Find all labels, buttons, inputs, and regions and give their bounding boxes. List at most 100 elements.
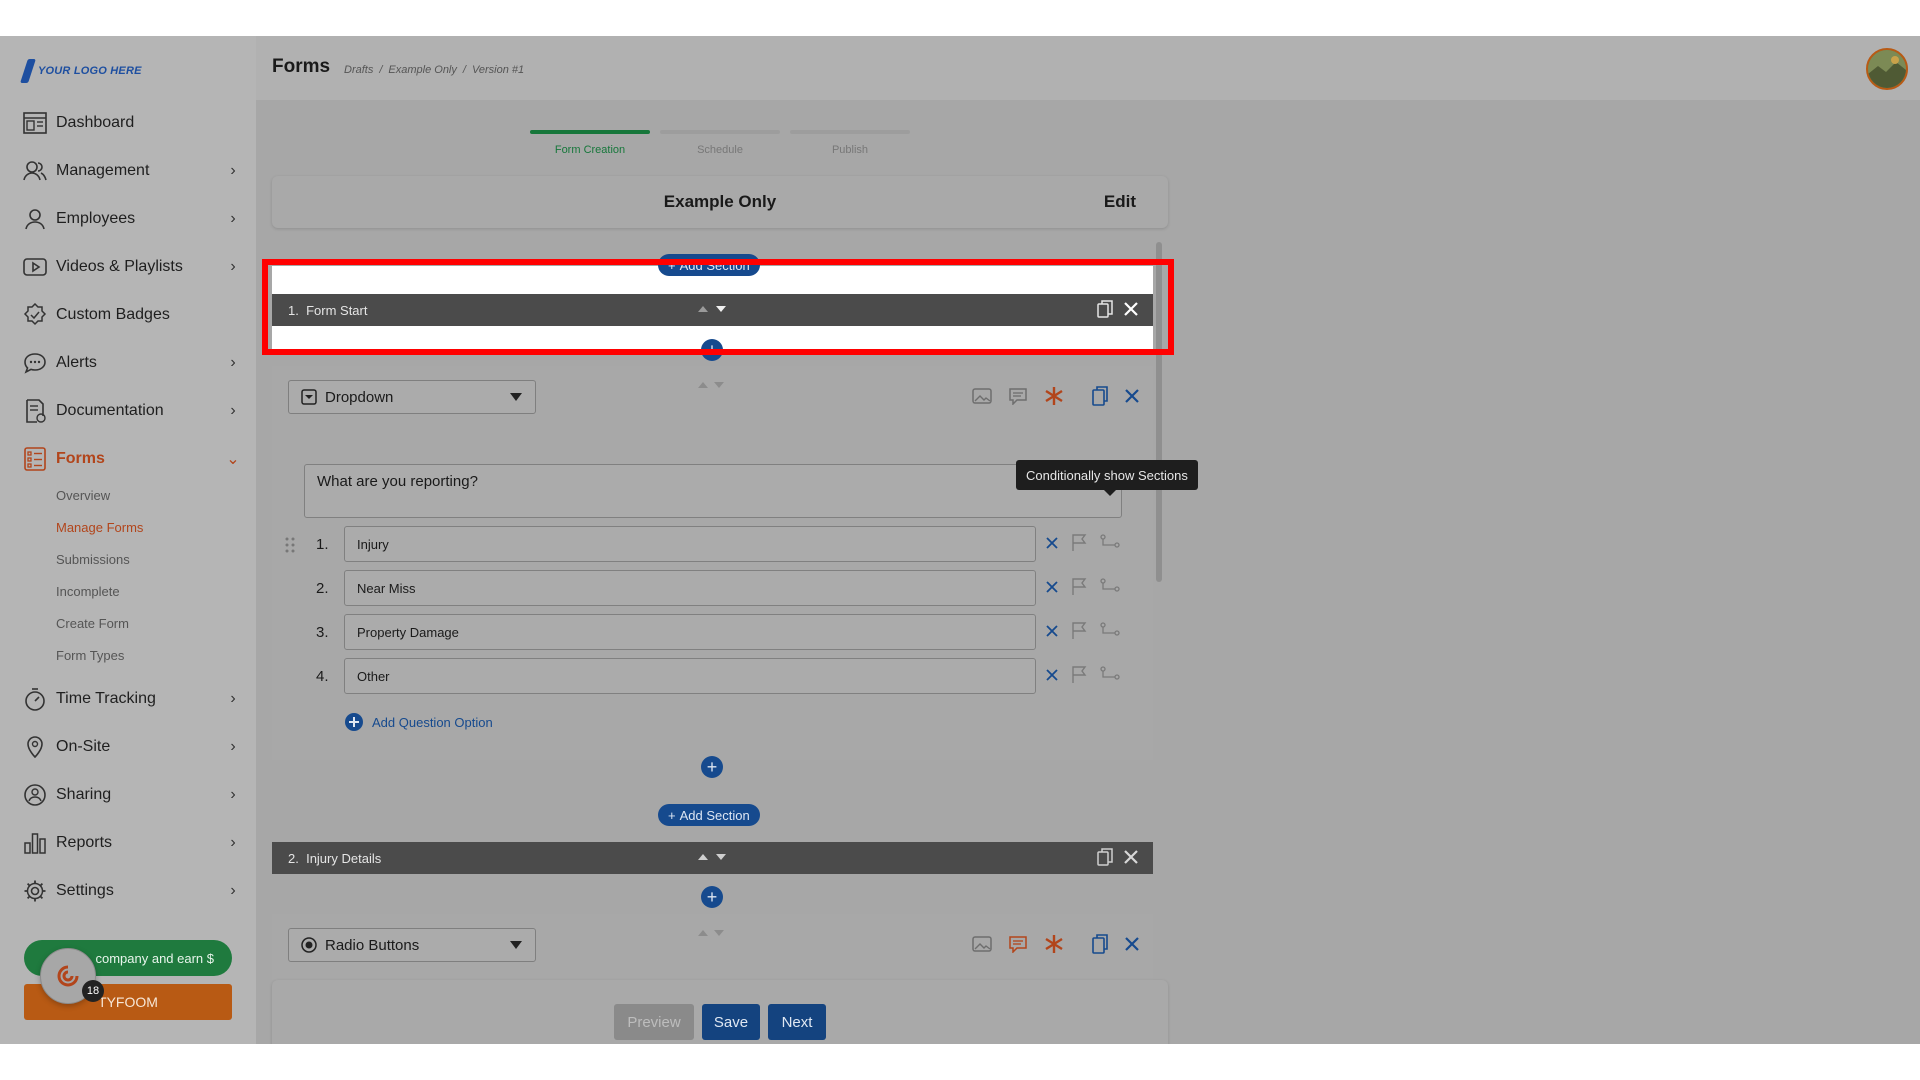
branch-logic-icon[interactable] [1100, 666, 1120, 684]
submenu-overview[interactable]: Overview [56, 488, 110, 503]
add-question-option-button[interactable]: Add Question Option [344, 712, 493, 732]
image-icon[interactable] [972, 935, 992, 953]
branch-logic-icon[interactable] [1100, 622, 1120, 640]
move-down-icon[interactable] [714, 302, 728, 316]
chevron-right-icon: › [230, 690, 236, 707]
delete-question-icon[interactable] [1124, 388, 1140, 404]
play-icon [22, 254, 48, 280]
sidebar-item-dashboard[interactable]: Dashboard [22, 106, 242, 140]
move-up-icon[interactable] [696, 378, 710, 392]
edit-form-button[interactable]: Edit [1104, 192, 1136, 212]
sidebar-item-settings[interactable]: Settings › [22, 874, 242, 908]
sidebar-item-on-site[interactable]: On-Site › [22, 730, 242, 764]
submenu-submissions[interactable]: Submissions [56, 552, 130, 567]
sidebar-item-employees[interactable]: Employees › [22, 202, 242, 236]
step-schedule[interactable]: Schedule [660, 144, 780, 156]
add-question-button[interactable]: + [701, 756, 723, 778]
step-form-creation[interactable]: Form Creation [530, 144, 650, 156]
submenu-incomplete[interactable]: Incomplete [56, 584, 120, 599]
plus-circle-icon [345, 713, 363, 731]
sidebar-item-videos[interactable]: Videos & Playlists › [22, 250, 242, 284]
option-number: 4. [316, 668, 329, 685]
option-tools-2 [1046, 578, 1120, 596]
move-down-icon[interactable] [712, 926, 726, 940]
option-input-3[interactable]: Property Damage [344, 614, 1036, 650]
option-input-4[interactable]: Other [344, 658, 1036, 694]
add-section-button[interactable]: + Add Section [658, 254, 760, 276]
move-down-icon[interactable] [714, 850, 728, 864]
branch-logic-icon[interactable] [1100, 578, 1120, 596]
app-window: YOUR LOGO HERE Dashboard Management › Em… [0, 36, 1920, 1044]
move-up-icon[interactable] [696, 302, 710, 316]
badge-icon [22, 302, 48, 328]
copy-icon[interactable] [1097, 300, 1113, 318]
comment-icon[interactable] [1008, 387, 1028, 405]
required-asterisk-icon[interactable] [1044, 386, 1064, 406]
sidebar-item-documentation[interactable]: Documentation › [22, 394, 242, 428]
submenu-manage-forms[interactable]: Manage Forms [56, 520, 143, 535]
question-type-select[interactable]: Radio Buttons [288, 928, 536, 962]
remove-option-icon[interactable] [1046, 669, 1058, 681]
sidebar-item-forms[interactable]: Forms ⌄ [22, 442, 242, 476]
option-input-2[interactable]: Near Miss [344, 570, 1036, 606]
sidebar-item-management[interactable]: Management › [22, 154, 242, 188]
remove-option-icon[interactable] [1046, 581, 1058, 593]
close-icon[interactable] [1123, 849, 1139, 865]
required-asterisk-icon[interactable] [1044, 934, 1064, 954]
option-number: 3. [316, 624, 329, 641]
breadcrumb: Drafts / Example Only / Version #1 [344, 64, 524, 76]
sidebar-item-reports[interactable]: Reports › [22, 826, 242, 860]
sidebar-item-label: Management [56, 162, 150, 179]
sidebar-item-sharing[interactable]: Sharing › [22, 778, 242, 812]
section-header-1: 1. Form Start [272, 294, 1153, 326]
preview-button[interactable]: Preview [614, 1004, 694, 1040]
gear-icon [22, 878, 48, 904]
sidebar-item-label: Time Tracking [56, 690, 156, 707]
avatar[interactable] [1866, 48, 1908, 90]
builder-scrollbar[interactable] [1156, 242, 1162, 582]
copy-icon[interactable] [1097, 848, 1113, 866]
close-icon[interactable] [1123, 301, 1139, 317]
add-section-button[interactable]: + Add Section [658, 804, 760, 826]
flag-icon[interactable] [1070, 622, 1088, 640]
question-text-field[interactable]: What are you reporting? [304, 464, 1122, 518]
image-icon[interactable] [972, 387, 992, 405]
remove-option-icon[interactable] [1046, 625, 1058, 637]
breadcrumb-example-only[interactable]: Example Only [388, 64, 456, 76]
breadcrumb-separator: / [462, 64, 466, 76]
submenu-form-types[interactable]: Form Types [56, 648, 124, 663]
flag-icon[interactable] [1070, 578, 1088, 596]
flag-icon[interactable] [1070, 666, 1088, 684]
delete-question-icon[interactable] [1124, 936, 1140, 952]
drag-handle-icon[interactable] [284, 536, 296, 554]
sidebar-item-label: Forms [56, 450, 105, 467]
next-button[interactable]: Next [768, 1004, 826, 1040]
move-down-icon[interactable] [712, 378, 726, 392]
move-up-icon[interactable] [696, 926, 710, 940]
question-type-select[interactable]: Dropdown [288, 380, 536, 414]
users-icon [22, 158, 48, 184]
move-up-icon[interactable] [696, 850, 710, 864]
sidebar-item-alerts[interactable]: Alerts › [22, 346, 242, 380]
breadcrumb-drafts[interactable]: Drafts [344, 64, 373, 76]
option-input-1[interactable]: Injury [344, 526, 1036, 562]
flag-icon[interactable] [1070, 534, 1088, 552]
submenu-create-form[interactable]: Create Form [56, 616, 129, 631]
plus-icon: + [668, 807, 676, 823]
step-publish[interactable]: Publish [790, 144, 910, 156]
branch-logic-icon[interactable] [1100, 534, 1120, 552]
sidebar-item-custom-badges[interactable]: Custom Badges [22, 298, 242, 332]
remove-option-icon[interactable] [1046, 537, 1058, 549]
sidebar-item-label: Reports [56, 834, 113, 851]
logo-mark [20, 59, 36, 83]
copy-icon[interactable] [1092, 934, 1108, 954]
copy-icon[interactable] [1092, 386, 1108, 406]
logo[interactable]: YOUR LOGO HERE [20, 56, 142, 86]
chevron-right-icon: › [230, 882, 236, 899]
add-question-button[interactable]: + [701, 886, 723, 908]
sidebar-item-time-tracking[interactable]: Time Tracking › [22, 682, 242, 716]
add-section-label: Add Section [679, 257, 750, 273]
comment-icon[interactable] [1008, 935, 1028, 953]
add-question-button[interactable]: + [701, 339, 723, 361]
save-button[interactable]: Save [702, 1004, 760, 1040]
